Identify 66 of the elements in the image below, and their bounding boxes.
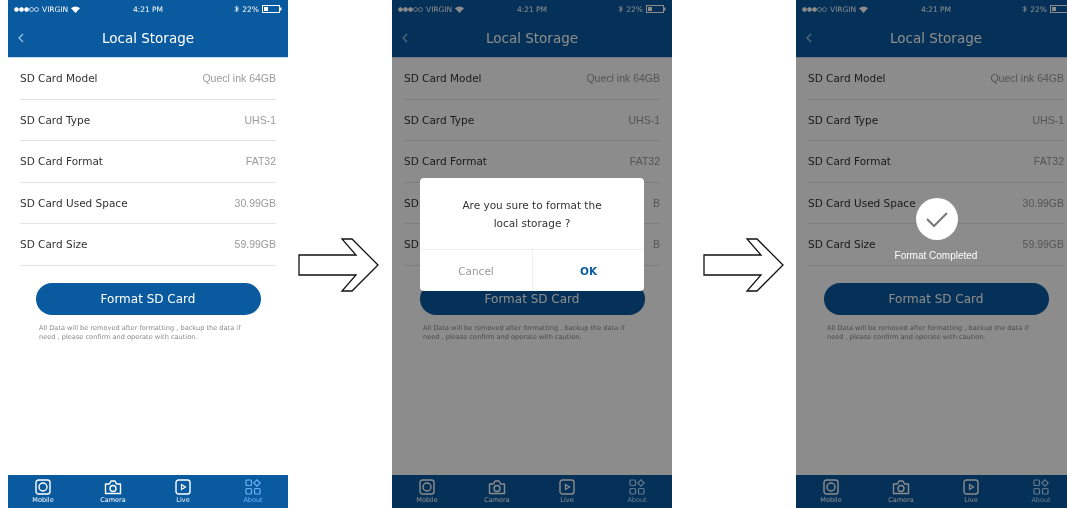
dialog-message: Are you sure to format the local storage ? — [461, 197, 603, 231]
row-value: 59.99GB — [234, 238, 276, 251]
grid-icon — [245, 479, 261, 495]
row-value: 59.99GB — [1022, 238, 1064, 251]
row-value: 30.99GB — [1022, 196, 1064, 209]
row-value: Quecl ink 64GB — [202, 72, 276, 85]
right-arrow-icon — [298, 235, 380, 295]
lens-icon — [35, 479, 51, 495]
play-icon — [175, 479, 191, 495]
format-button[interactable]: Format SD Card — [823, 282, 1049, 315]
signal-icon — [14, 6, 39, 12]
battery-icon — [262, 5, 282, 13]
lens-icon — [823, 479, 839, 495]
signal-icon — [398, 6, 423, 12]
battery-icon — [646, 5, 666, 13]
wifi-icon — [455, 5, 465, 13]
bluetooth-icon — [234, 5, 240, 13]
row-value: UHS-1 — [244, 113, 276, 126]
row-label: SD Card Model — [808, 72, 886, 85]
screen-title: Local Storage — [889, 29, 983, 46]
bluetooth-icon — [618, 5, 624, 13]
back-icon[interactable] — [402, 33, 408, 43]
screen-title: Local Storage — [485, 29, 579, 46]
wifi-icon — [859, 5, 869, 13]
play-icon — [963, 479, 979, 495]
camera-icon — [104, 479, 122, 495]
row-label: SD Card Size — [808, 238, 876, 251]
row-label: SD Card Model — [20, 72, 98, 85]
row-label: SD Card Format — [404, 155, 487, 168]
battery-icon — [1050, 5, 1067, 13]
row-label: SD — [404, 238, 419, 251]
row-value: B — [653, 238, 660, 251]
wifi-icon — [71, 5, 81, 13]
row-label: SD Card Type — [808, 113, 879, 126]
format-button[interactable]: Format SD Card — [35, 282, 261, 315]
row-value: UHS-1 — [628, 113, 660, 126]
row-value: B — [653, 196, 660, 209]
row-label: SD Card Used Space — [808, 196, 916, 209]
row-value: FAT32 — [245, 155, 276, 168]
row-label: SD Card Type — [20, 113, 91, 126]
back-icon[interactable] — [18, 33, 24, 43]
row-label: SD Card Model — [404, 72, 482, 85]
row-label: SD Card Format — [808, 155, 891, 168]
checkmark-icon — [916, 198, 958, 240]
camera-icon — [488, 479, 506, 495]
right-arrow-icon — [703, 235, 785, 295]
bluetooth-icon — [1022, 5, 1028, 13]
row-label: SD Card Size — [20, 238, 88, 251]
row-label: SD Card Used Space — [20, 196, 128, 209]
grid-icon — [1033, 479, 1049, 495]
row-label: SD Card Type — [404, 113, 475, 126]
grid-icon — [629, 479, 645, 495]
lens-icon — [419, 479, 435, 495]
back-icon[interactable] — [806, 33, 812, 43]
ok-button[interactable]: OK — [532, 250, 644, 291]
camera-icon — [892, 479, 910, 495]
screen-title: Local Storage — [101, 29, 195, 46]
toast-message: Format Completed — [894, 250, 978, 261]
signal-icon — [802, 6, 827, 12]
play-icon — [559, 479, 575, 495]
row-label: SD — [404, 196, 419, 209]
row-value: 30.99GB — [234, 196, 276, 209]
row-value: FAT32 — [1033, 155, 1064, 168]
row-value: UHS-1 — [1032, 113, 1064, 126]
row-label: SD Card Format — [20, 155, 103, 168]
row-value: FAT32 — [629, 155, 660, 168]
